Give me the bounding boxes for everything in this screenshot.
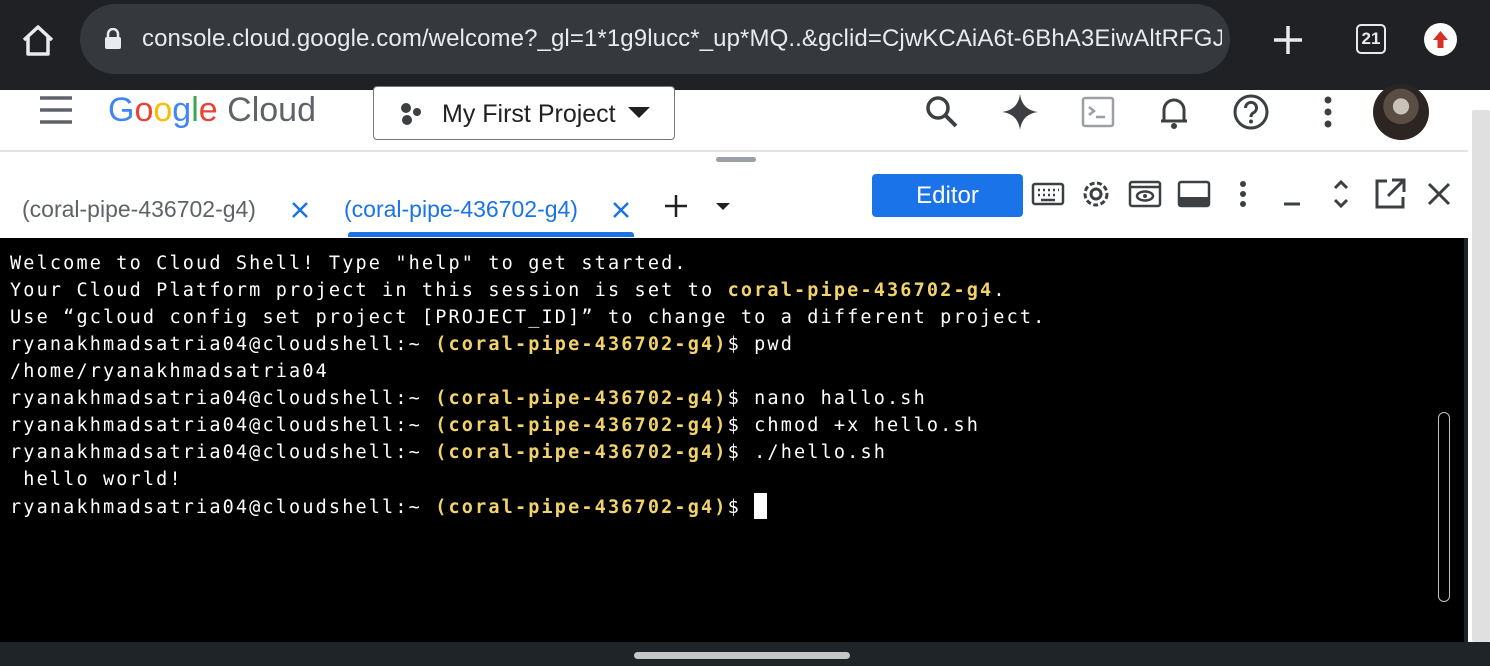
address-bar[interactable]: console.cloud.google.com/welcome?_gl=1*1…	[80, 4, 1230, 74]
more-vert-icon[interactable]	[1225, 176, 1261, 212]
terminal-text: $ nano hallo.sh	[727, 388, 927, 409]
more-vert-icon[interactable]	[1306, 90, 1350, 134]
terminal-text: ryanakhmadsatria04@cloudshell:~	[10, 334, 436, 355]
gesture-handle[interactable]	[634, 652, 850, 659]
terminal-project-highlight: (coral-pipe-436702-g4)	[435, 388, 728, 409]
terminal-text: $ pwd	[727, 334, 795, 355]
avatar[interactable]	[1373, 84, 1429, 140]
terminal-line: /home/ryanakhmadsatria04	[10, 358, 329, 385]
editor-button[interactable]: Editor	[872, 174, 1023, 217]
terminal-text: ryanakhmadsatria04@cloudshell:~	[10, 388, 436, 409]
terminal-project-highlight: (coral-pipe-436702-g4)	[435, 497, 728, 518]
terminal-project-highlight: coral-pipe-436702-g4	[727, 280, 994, 301]
project-icon	[401, 103, 421, 125]
plus-icon[interactable]	[1266, 18, 1310, 62]
lock-icon	[105, 28, 121, 49]
tab-switcher-icon[interactable]: 21	[1356, 24, 1386, 54]
gcp-header: Google Cloud My First Project	[0, 84, 1468, 152]
notifications-icon[interactable]	[1152, 90, 1196, 134]
web-preview-icon[interactable]	[1127, 176, 1163, 212]
terminal-text: Welcome to Cloud Shell! Type "help" to g…	[10, 253, 688, 274]
help-icon[interactable]	[1229, 90, 1273, 134]
add-tab-icon[interactable]	[662, 192, 690, 220]
browser-toolbar: console.cloud.google.com/welcome?_gl=1*1…	[0, 0, 1490, 90]
terminal-line: ryanakhmadsatria04@cloudshell:~ (coral-p…	[10, 493, 768, 520]
cloud-shell-toolbar: (coral-pipe-436702-g4) (coral-pipe-43670…	[0, 152, 1468, 238]
terminal-scrollbar[interactable]	[1438, 412, 1450, 602]
tab-menu-icon[interactable]	[716, 203, 730, 210]
close-icon[interactable]	[1421, 176, 1457, 212]
terminal-line: hello world!	[10, 466, 183, 493]
logo-google: Google	[108, 91, 218, 129]
logo-cloud: Cloud	[227, 91, 316, 129]
google-cloud-logo[interactable]: Google Cloud	[108, 90, 316, 130]
search-icon[interactable]	[920, 90, 964, 134]
terminal-project-highlight: (coral-pipe-436702-g4)	[435, 442, 728, 463]
keyboard-icon[interactable]	[1030, 176, 1066, 212]
tab-terminal-2[interactable]: (coral-pipe-436702-g4)	[344, 192, 644, 236]
gemini-sparkle-icon[interactable]	[998, 90, 1042, 134]
terminal-cursor	[754, 493, 768, 519]
project-name: My First Project	[442, 100, 616, 128]
terminal-text: ryanakhmadsatria04@cloudshell:~	[10, 497, 436, 518]
upgrade-arrow-icon[interactable]	[1424, 23, 1457, 56]
terminal-line: ryanakhmadsatria04@cloudshell:~ (coral-p…	[10, 385, 927, 412]
terminal-line: Your Cloud Platform project in this sess…	[10, 277, 1007, 304]
settings-icon[interactable]	[1078, 176, 1114, 212]
terminal-text: /home/ryanakhmadsatria04	[10, 361, 329, 382]
menu-icon[interactable]	[38, 92, 74, 128]
tab-terminal-1[interactable]: (coral-pipe-436702-g4)	[22, 192, 322, 236]
terminal-text: Your Cloud Platform project in this sess…	[10, 280, 728, 301]
close-icon[interactable]	[288, 198, 312, 222]
tab-label: (coral-pipe-436702-g4)	[344, 196, 578, 222]
terminal-line: ryanakhmadsatria04@cloudshell:~ (coral-p…	[10, 412, 980, 439]
terminal-text: Use “gcloud config set project [PROJECT_…	[10, 307, 1047, 328]
terminal-line: Welcome to Cloud Shell! Type "help" to g…	[10, 250, 688, 277]
terminal-layout-icon[interactable]	[1176, 176, 1212, 212]
chevron-down-icon	[628, 107, 650, 118]
terminal-text: $	[727, 497, 755, 518]
url-text[interactable]: console.cloud.google.com/welcome?_gl=1*1…	[142, 25, 1222, 55]
tab-label: (coral-pipe-436702-g4)	[22, 196, 256, 222]
minimize-icon[interactable]	[1274, 176, 1310, 212]
cloud-shell-icon[interactable]	[1076, 90, 1120, 134]
terminal-text: $ ./hello.sh	[727, 442, 888, 463]
terminal-text: $ chmod +x hello.sh	[727, 415, 981, 436]
terminal-project-highlight: (coral-pipe-436702-g4)	[435, 334, 728, 355]
system-navigation-bar	[0, 642, 1490, 666]
terminal[interactable]: Welcome to Cloud Shell! Type "help" to g…	[0, 238, 1464, 642]
terminal-line: ryanakhmadsatria04@cloudshell:~ (coral-p…	[10, 331, 794, 358]
terminal-line: Use “gcloud config set project [PROJECT_…	[10, 304, 1046, 331]
expand-icon[interactable]	[1323, 176, 1359, 212]
terminal-project-highlight: (coral-pipe-436702-g4)	[435, 415, 728, 436]
page-scrollbar[interactable]	[1472, 110, 1490, 642]
close-icon[interactable]	[609, 198, 633, 222]
open-new-window-icon[interactable]	[1372, 176, 1408, 212]
active-tab-indicator	[348, 232, 634, 237]
terminal-text: ryanakhmadsatria04@cloudshell:~	[10, 415, 436, 436]
terminal-text: hello world!	[10, 469, 183, 490]
panel-drag-handle[interactable]	[716, 157, 756, 162]
terminal-text: ryanakhmadsatria04@cloudshell:~	[10, 442, 436, 463]
project-picker[interactable]: My First Project	[373, 86, 675, 140]
terminal-line: ryanakhmadsatria04@cloudshell:~ (coral-p…	[10, 439, 887, 466]
home-icon[interactable]	[14, 16, 62, 64]
terminal-text: .	[993, 280, 1007, 301]
